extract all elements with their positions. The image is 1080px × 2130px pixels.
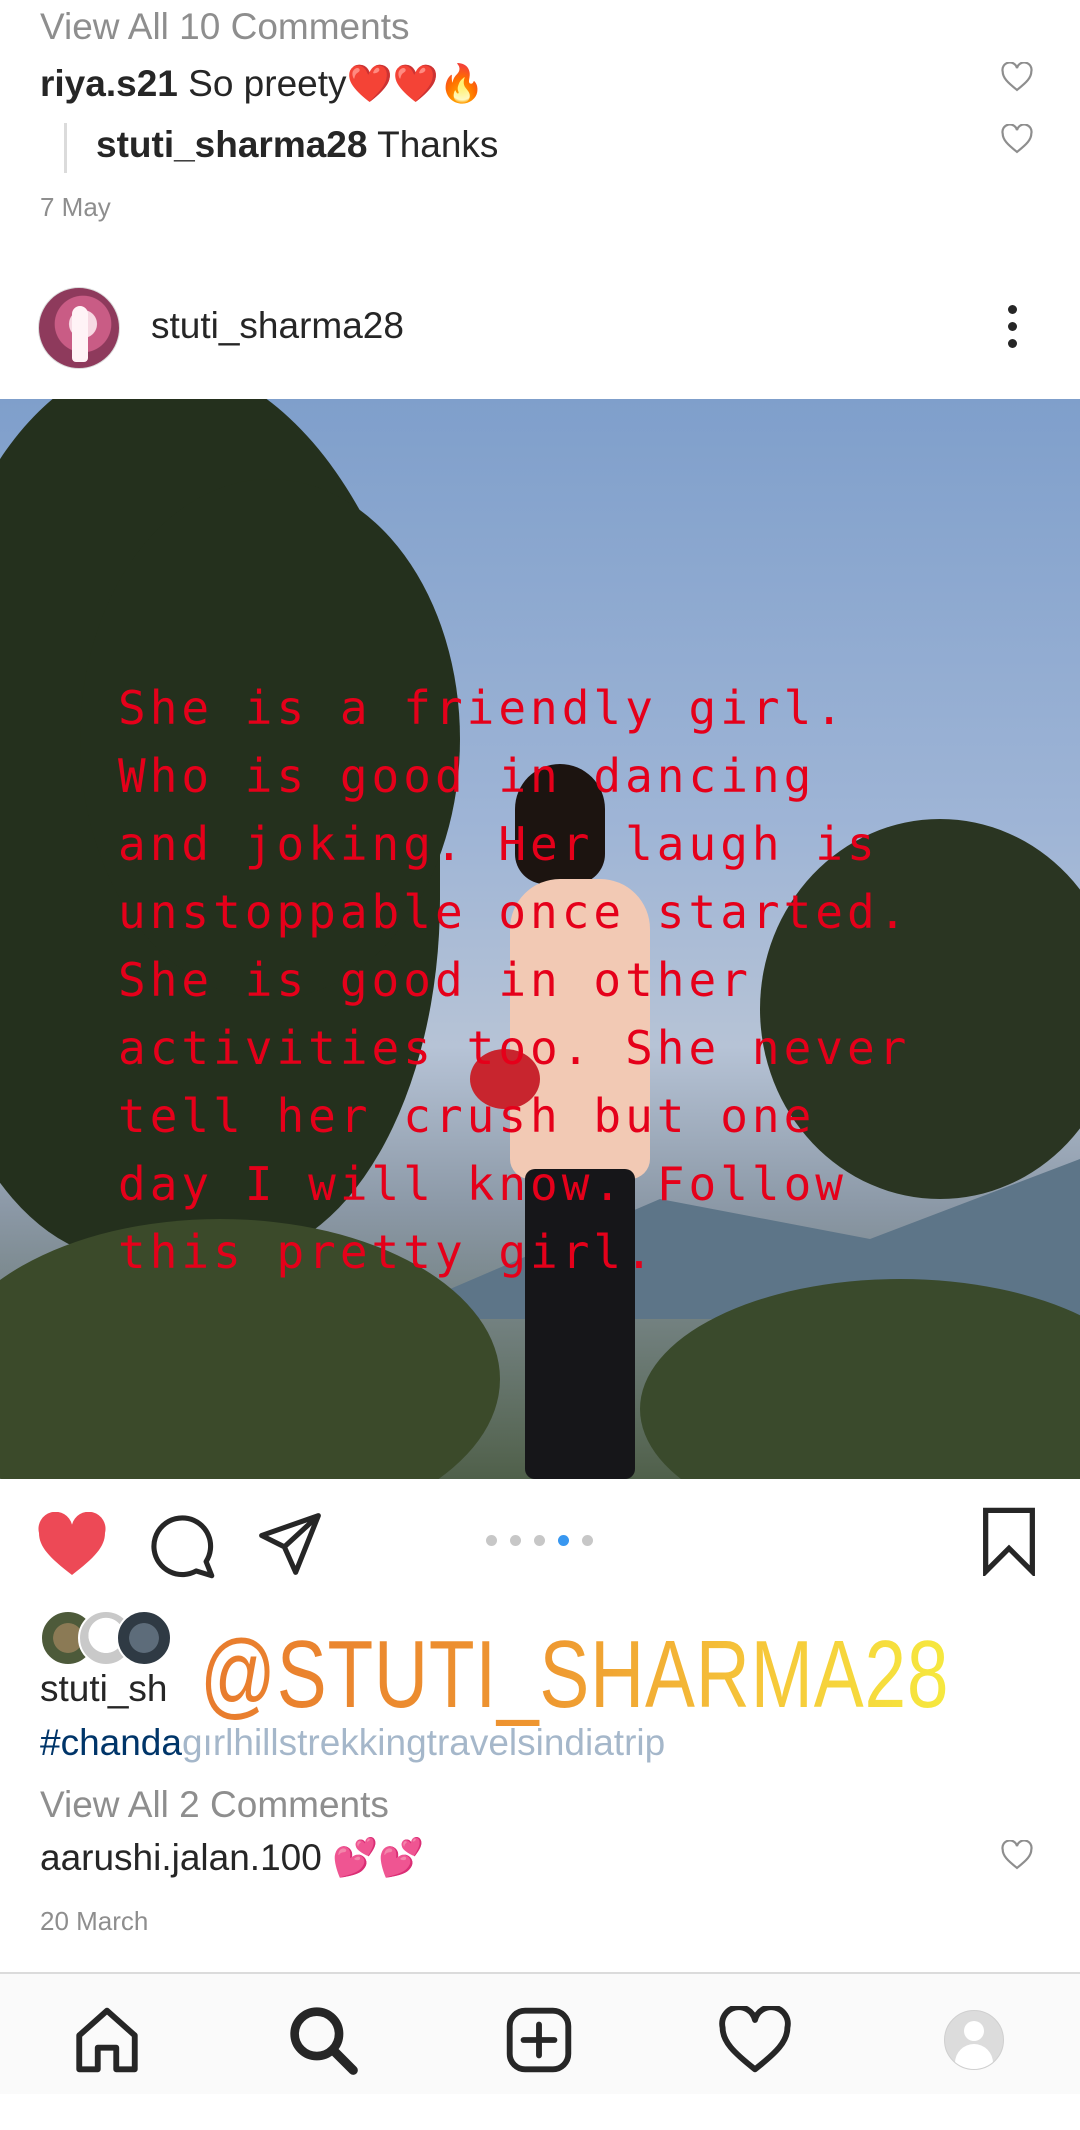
comment-like-heart-icon[interactable] bbox=[1000, 62, 1034, 92]
carousel-dot bbox=[534, 1535, 545, 1546]
post-author-username[interactable]: stuti_sharma28 bbox=[151, 305, 404, 347]
reply-text: Thanks bbox=[377, 124, 499, 165]
comment-emoji: 💕💕 bbox=[332, 1836, 425, 1879]
liked-by-avatars[interactable] bbox=[40, 1610, 172, 1666]
post-date: 20 March bbox=[40, 1906, 149, 1936]
home-icon[interactable] bbox=[70, 2003, 144, 2077]
caption-hashtags[interactable]: #chandagırlhillstrekkingtravelsindiatrip bbox=[40, 1722, 870, 1764]
comment-username[interactable]: aarushi.jalan.100 bbox=[40, 1837, 322, 1878]
carousel-indicator bbox=[486, 1533, 606, 1551]
photo-overlay-text: She is a friendly girl. Who is good in d… bbox=[118, 681, 911, 1279]
hashtag-text-faded: gırlhillstrekkingtravelsindiatrip bbox=[181, 1722, 666, 1763]
carousel-dot bbox=[582, 1535, 593, 1546]
save-bookmark-icon[interactable] bbox=[978, 1506, 1040, 1576]
reply-row: stuti_sharma28 Thanks bbox=[96, 124, 498, 166]
view-all-comments-link[interactable]: View All 10 Comments bbox=[40, 6, 409, 48]
post-author-avatar[interactable] bbox=[38, 287, 120, 369]
view-all-comments-link[interactable]: View All 2 Comments bbox=[40, 1784, 389, 1826]
reply-username[interactable]: stuti_sharma28 bbox=[96, 124, 367, 165]
comment-row: riya.s21 So preety❤️❤️🔥 bbox=[40, 62, 485, 106]
comment-row: aarushi.jalan.100 💕💕 bbox=[40, 1836, 424, 1880]
system-navigation-area bbox=[0, 2094, 1080, 2130]
hashtag-text[interactable]: #chanda bbox=[40, 1722, 182, 1763]
comment-emoji: ❤️❤️🔥 bbox=[346, 62, 485, 105]
carousel-dot bbox=[558, 1535, 569, 1546]
more-options-icon[interactable] bbox=[1000, 305, 1024, 355]
comment-username[interactable]: riya.s21 bbox=[40, 63, 178, 104]
activity-heart-icon[interactable] bbox=[718, 2006, 792, 2074]
username-watermark-sticker: @STUTI_SHARMA28 bbox=[200, 1621, 950, 1728]
comment-bubble-icon[interactable] bbox=[148, 1512, 216, 1580]
like-heart-icon[interactable] bbox=[36, 1512, 108, 1578]
add-post-icon[interactable] bbox=[502, 2003, 576, 2077]
liker-avatar bbox=[116, 1610, 172, 1666]
search-icon[interactable] bbox=[286, 2003, 360, 2077]
post-photo[interactable]: She is a friendly girl. Who is good in d… bbox=[0, 399, 1080, 1479]
post-date: 7 May bbox=[40, 192, 111, 222]
carousel-dot bbox=[510, 1535, 521, 1546]
reply-like-heart-icon[interactable] bbox=[1000, 124, 1034, 154]
caption-username[interactable]: stuti_sh bbox=[40, 1668, 168, 1710]
profile-avatar-icon[interactable] bbox=[944, 2010, 1004, 2070]
comment-like-heart-icon[interactable] bbox=[1000, 1840, 1034, 1870]
share-send-icon[interactable] bbox=[256, 1510, 324, 1578]
carousel-dot bbox=[486, 1535, 497, 1546]
comment-text: So preety bbox=[188, 63, 347, 104]
reply-thread-line bbox=[64, 123, 67, 173]
